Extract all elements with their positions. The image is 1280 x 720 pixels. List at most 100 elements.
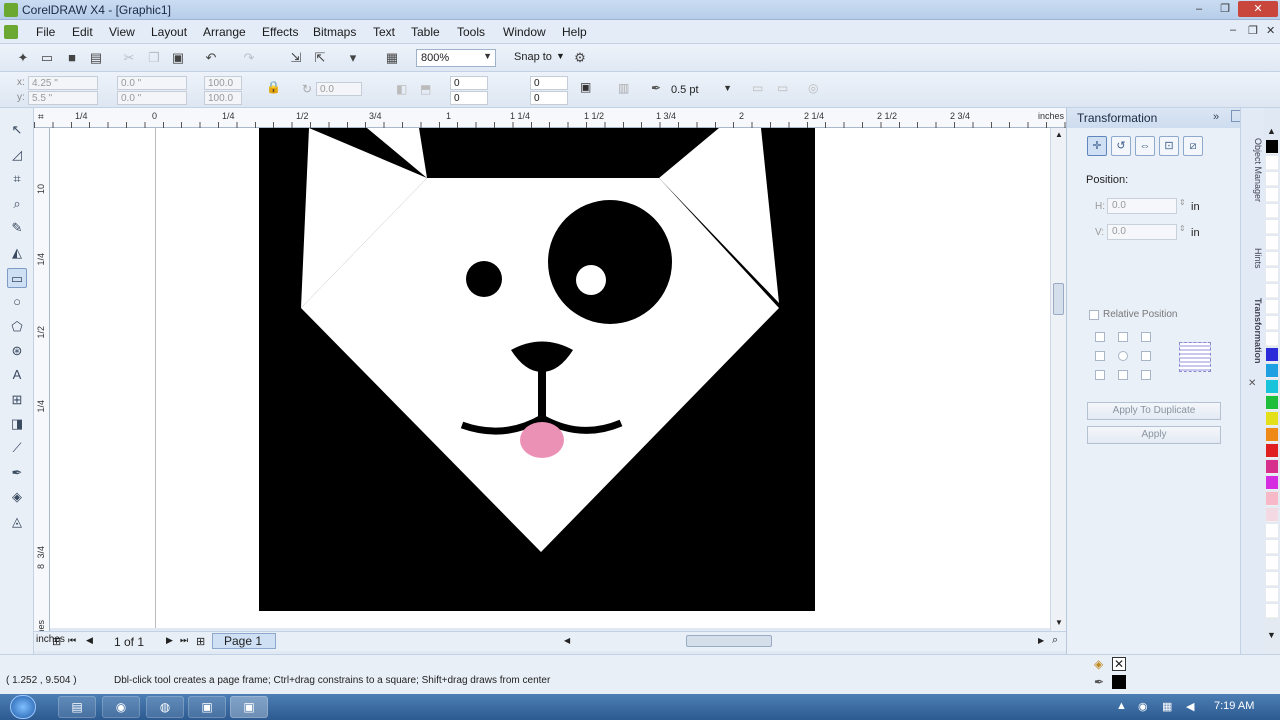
polygon-tool-icon[interactable]: ⬠ — [7, 317, 27, 337]
horizontal-scroll-thumb[interactable] — [686, 635, 772, 647]
application-launcher-icon[interactable]: ▾ — [345, 50, 361, 66]
volume-icon[interactable]: ◀ — [1186, 700, 1194, 713]
palette-swatch[interactable] — [1266, 572, 1278, 586]
palette-swatch[interactable] — [1266, 316, 1278, 330]
previous-page-icon[interactable]: ◀ — [86, 635, 93, 646]
size-tab-icon[interactable]: ⊡ — [1159, 136, 1179, 156]
scroll-up-icon[interactable]: ▲ — [1055, 130, 1063, 139]
smart-fill-tool-icon[interactable]: ◭ — [7, 243, 27, 263]
new-document-icon[interactable]: ✦ — [15, 50, 31, 66]
add-page-before-icon[interactable]: ⊞ — [52, 635, 61, 648]
palette-swatch[interactable] — [1266, 236, 1278, 250]
expand-docker-icon[interactable]: » — [1213, 111, 1219, 123]
position-tab-icon[interactable]: ✛ — [1087, 136, 1107, 156]
side-tab-object-manager[interactable]: Object Manager — [1243, 138, 1263, 202]
interactive-fill-tool-icon[interactable]: ◬ — [7, 512, 27, 532]
palette-swatch[interactable] — [1266, 252, 1278, 266]
anchor-top-right[interactable] — [1141, 332, 1151, 342]
clock[interactable]: 7:19 AM — [1214, 700, 1254, 712]
anchor-bottom-right[interactable] — [1141, 370, 1151, 380]
palette-swatch[interactable] — [1266, 156, 1278, 170]
palette-swatch[interactable] — [1266, 508, 1278, 522]
redo-icon[interactable]: ↷ — [241, 50, 257, 66]
save-icon[interactable]: ■ — [64, 50, 80, 66]
palette-scroll-down-icon[interactable]: ▼ — [1267, 630, 1276, 640]
open-folder-icon[interactable]: ▭ — [39, 50, 55, 66]
scale-mirror-tab-icon[interactable]: ⇔ — [1135, 136, 1155, 156]
drawing-canvas[interactable] — [50, 128, 1050, 628]
outline-width-select[interactable]: 0.5 pt ▼ — [666, 81, 736, 99]
palette-swatch[interactable] — [1266, 172, 1278, 186]
menu-window[interactable]: Window — [503, 25, 546, 39]
paste-icon[interactable]: ▣ — [170, 50, 186, 66]
cut-icon[interactable]: ✂ — [121, 50, 137, 66]
skew-tab-icon[interactable]: ⧄ — [1183, 136, 1203, 156]
palette-swatch[interactable] — [1266, 492, 1278, 506]
snap-to-button[interactable]: Snap to — [514, 51, 552, 63]
scroll-down-icon[interactable]: ▼ — [1055, 618, 1063, 627]
outline-swatch[interactable] — [1112, 675, 1126, 689]
palette-swatch[interactable] — [1266, 204, 1278, 218]
menu-layout[interactable]: Layout — [151, 25, 187, 39]
chrome-taskbar-icon[interactable]: ◉ — [102, 696, 140, 718]
rectangle-tool-icon[interactable]: ▭ — [7, 268, 27, 288]
apply-button[interactable]: Apply — [1087, 426, 1221, 444]
first-page-icon[interactable]: ⏮ — [68, 635, 76, 646]
right-eye-highlight[interactable] — [576, 265, 606, 295]
palette-swatch[interactable] — [1266, 444, 1278, 458]
freehand-tool-icon[interactable]: ✎ — [7, 218, 27, 238]
firefox-taskbar-icon[interactable]: ◍ — [146, 696, 184, 718]
mirror-vertical-icon[interactable]: ⬒ — [420, 82, 431, 96]
print-icon[interactable]: ▤ — [88, 50, 104, 66]
menu-edit[interactable]: Edit — [72, 25, 93, 39]
add-page-after-icon[interactable]: ⊞ — [196, 635, 205, 648]
doc-close-button[interactable]: ✕ — [1266, 24, 1275, 37]
options-icon[interactable]: ⚙ — [572, 50, 588, 66]
network-icon[interactable]: ▦ — [1162, 700, 1172, 713]
x-position-field[interactable]: 4.25 " — [28, 76, 98, 90]
maximize-button[interactable]: ❐ — [1212, 1, 1238, 17]
outline-color-icon[interactable]: ✒ — [1094, 675, 1104, 689]
palette-swatch[interactable] — [1266, 348, 1278, 362]
menu-table[interactable]: Table — [411, 25, 440, 39]
anchor-bottom-left[interactable] — [1095, 370, 1105, 380]
last-page-icon[interactable]: ⏭ — [180, 635, 188, 646]
minimize-button[interactable]: – — [1186, 1, 1212, 17]
side-tab-hints[interactable]: Hints — [1243, 248, 1263, 269]
corner-top-left-field[interactable]: 0 — [450, 76, 488, 90]
start-button[interactable] — [10, 695, 36, 719]
document-icon[interactable] — [4, 25, 18, 39]
tray-app-icon[interactable]: ◉ — [1138, 700, 1148, 713]
anchor-top-left[interactable] — [1095, 332, 1105, 342]
left-eye[interactable] — [466, 261, 502, 297]
ellipse-tool-icon[interactable]: ○ — [7, 292, 27, 312]
close-button[interactable]: ✕ — [1238, 1, 1278, 17]
menu-text[interactable]: Text — [373, 25, 395, 39]
copy-icon[interactable]: ❐ — [146, 50, 162, 66]
scroll-left-icon[interactable]: ◀ — [564, 636, 570, 645]
v-position-field[interactable]: 0.0 — [1107, 224, 1177, 240]
menu-bitmaps[interactable]: Bitmaps — [313, 25, 356, 39]
relative-position-checkbox[interactable] — [1089, 310, 1099, 320]
welcome-screen-icon[interactable]: ▦ — [384, 50, 400, 66]
anchor-top-center[interactable] — [1118, 332, 1128, 342]
convert-to-curves-icon[interactable]: ◎ — [808, 81, 818, 95]
to-front-icon[interactable]: ▭ — [752, 81, 763, 95]
doc-minimize-button[interactable]: – — [1230, 24, 1236, 36]
palette-swatch[interactable] — [1266, 540, 1278, 554]
lock-ratio-icon[interactable]: 🔒 — [266, 80, 281, 94]
anchor-middle-left[interactable] — [1095, 351, 1105, 361]
palette-swatch[interactable] — [1266, 332, 1278, 346]
corner-bottom-right-field[interactable]: 0 — [530, 91, 568, 105]
anchor-middle-right[interactable] — [1141, 351, 1151, 361]
doc-restore-button[interactable]: ❐ — [1248, 24, 1258, 37]
palette-swatch[interactable] — [1266, 140, 1278, 154]
menu-view[interactable]: View — [109, 25, 135, 39]
fill-color-icon[interactable]: ◈ — [1094, 657, 1103, 671]
side-tab-transformation[interactable]: Transformation — [1243, 298, 1263, 364]
coreldraw-taskbar-icon[interactable]: ▣ — [230, 696, 268, 718]
table-tool-icon[interactable]: ⊞ — [7, 390, 27, 410]
fill-tool-icon[interactable]: ◈ — [7, 487, 27, 507]
eyedropper-tool-icon[interactable]: ⟋ — [7, 438, 27, 458]
page-tab[interactable]: Page 1 — [212, 633, 276, 649]
